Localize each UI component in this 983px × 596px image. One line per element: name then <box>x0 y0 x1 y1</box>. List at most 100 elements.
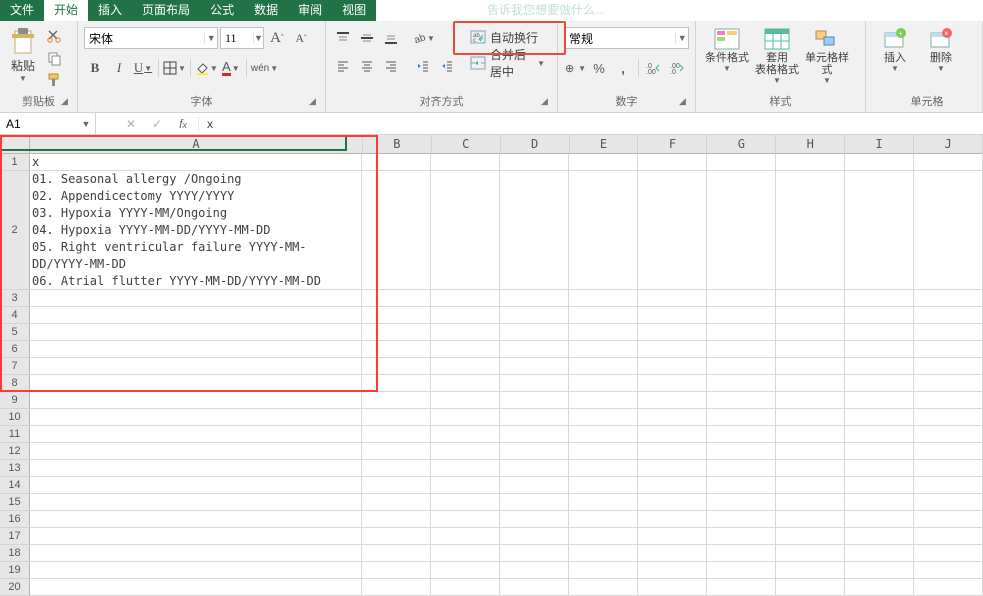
cell-D13[interactable] <box>500 460 569 477</box>
cell-C3[interactable] <box>431 290 500 307</box>
cell-C6[interactable] <box>431 341 500 358</box>
cell-C17[interactable] <box>431 528 500 545</box>
cell-C14[interactable] <box>431 477 500 494</box>
cell-C8[interactable] <box>431 375 500 392</box>
row-header-14[interactable]: 14 <box>0 477 30 494</box>
cell-I17[interactable] <box>845 528 914 545</box>
cell-C10[interactable] <box>431 409 500 426</box>
cell-E12[interactable] <box>569 443 638 460</box>
column-header-E[interactable]: E <box>570 135 639 154</box>
cell-F8[interactable] <box>638 375 707 392</box>
cell-H9[interactable] <box>776 392 845 409</box>
cell-A6[interactable] <box>30 341 362 358</box>
cell-G7[interactable] <box>707 358 776 375</box>
cell-E3[interactable] <box>569 290 638 307</box>
cell-G6[interactable] <box>707 341 776 358</box>
column-header-H[interactable]: H <box>776 135 845 154</box>
cell-J14[interactable] <box>914 477 983 494</box>
cell-F5[interactable] <box>638 324 707 341</box>
row-header-15[interactable]: 15 <box>0 494 30 511</box>
cell-I10[interactable] <box>845 409 914 426</box>
cell-F18[interactable] <box>638 545 707 562</box>
row-header-3[interactable]: 3 <box>0 290 30 307</box>
cell-G15[interactable] <box>707 494 776 511</box>
cell-G2[interactable] <box>707 171 776 290</box>
cell-F9[interactable] <box>638 392 707 409</box>
italic-button[interactable]: I <box>108 57 130 79</box>
row-header-8[interactable]: 8 <box>0 375 30 392</box>
align-launcher[interactable]: ◢ <box>538 96 551 109</box>
cell-D20[interactable] <box>500 579 569 596</box>
cell-D2[interactable] <box>500 171 569 290</box>
cell-D9[interactable] <box>500 392 569 409</box>
cell-A17[interactable] <box>30 528 362 545</box>
cell-A9[interactable] <box>30 392 362 409</box>
column-header-B[interactable]: B <box>363 135 432 154</box>
cell-J8[interactable] <box>914 375 983 392</box>
worksheet-grid[interactable]: ABCDEFGHIJ 12345678910111213141516171819… <box>0 135 983 596</box>
cell-G9[interactable] <box>707 392 776 409</box>
cell-C16[interactable] <box>431 511 500 528</box>
font-size-input[interactable] <box>221 31 253 46</box>
cell-B1[interactable] <box>362 154 431 171</box>
cell-I16[interactable] <box>845 511 914 528</box>
cell-F20[interactable] <box>638 579 707 596</box>
cell-J10[interactable] <box>914 409 983 426</box>
cell-H16[interactable] <box>776 511 845 528</box>
column-header-I[interactable]: I <box>845 135 914 154</box>
cell-I20[interactable] <box>845 579 914 596</box>
font-color-button[interactable]: A▼ <box>220 57 242 79</box>
column-header-J[interactable]: J <box>914 135 983 154</box>
increase-decimal-button[interactable]: .0.00 <box>643 57 665 79</box>
cell-J4[interactable] <box>914 307 983 324</box>
formula-input[interactable]: x <box>199 117 983 131</box>
cell-H4[interactable] <box>776 307 845 324</box>
cell-E20[interactable] <box>569 579 638 596</box>
cell-F11[interactable] <box>638 426 707 443</box>
row-header-16[interactable]: 16 <box>0 511 30 528</box>
chevron-down-icon[interactable]: ▼ <box>204 33 217 43</box>
cell-E8[interactable] <box>569 375 638 392</box>
tell-me-search[interactable]: 告诉我您想要做什么... <box>487 0 605 21</box>
cell-C19[interactable] <box>431 562 500 579</box>
cell-G13[interactable] <box>707 460 776 477</box>
cell-A20[interactable] <box>30 579 362 596</box>
cell-A16[interactable] <box>30 511 362 528</box>
cell-E1[interactable] <box>569 154 638 171</box>
cell-A5[interactable] <box>30 324 362 341</box>
cell-G17[interactable] <box>707 528 776 545</box>
tab-公式[interactable]: 公式 <box>200 0 244 21</box>
merge-center-button[interactable]: 合并后居中 ▼ <box>464 51 551 75</box>
percent-button[interactable]: % <box>588 57 610 79</box>
tab-审阅[interactable]: 审阅 <box>288 0 332 21</box>
number-launcher[interactable]: ◢ <box>676 96 689 109</box>
cell-F15[interactable] <box>638 494 707 511</box>
align-middle-button[interactable] <box>356 27 378 49</box>
font-name-combo[interactable]: ▼ <box>84 27 218 49</box>
align-top-button[interactable] <box>332 27 354 49</box>
cell-C7[interactable] <box>431 358 500 375</box>
cell-A2[interactable]: 01. Seasonal allergy /Ongoing 02. Append… <box>30 171 362 290</box>
chevron-down-icon[interactable]: ▼ <box>78 119 94 129</box>
cell-A11[interactable] <box>30 426 362 443</box>
cell-I5[interactable] <box>845 324 914 341</box>
cell-C2[interactable] <box>431 171 500 290</box>
cell-H18[interactable] <box>776 545 845 562</box>
clipboard-launcher[interactable]: ◢ <box>58 96 71 109</box>
cell-I9[interactable] <box>845 392 914 409</box>
cell-E16[interactable] <box>569 511 638 528</box>
column-header-C[interactable]: C <box>432 135 501 154</box>
cell-J13[interactable] <box>914 460 983 477</box>
orientation-button[interactable]: ab▼ <box>412 27 435 49</box>
accounting-format-button[interactable]: ⊕▼ <box>564 57 586 79</box>
cell-B12[interactable] <box>362 443 431 460</box>
cell-I15[interactable] <box>845 494 914 511</box>
cell-D15[interactable] <box>500 494 569 511</box>
column-header-D[interactable]: D <box>501 135 570 154</box>
cell-I11[interactable] <box>845 426 914 443</box>
cell-C11[interactable] <box>431 426 500 443</box>
tab-文件[interactable]: 文件 <box>0 0 44 21</box>
tab-页面布局[interactable]: 页面布局 <box>132 0 200 21</box>
cell-J11[interactable] <box>914 426 983 443</box>
cell-B5[interactable] <box>362 324 431 341</box>
